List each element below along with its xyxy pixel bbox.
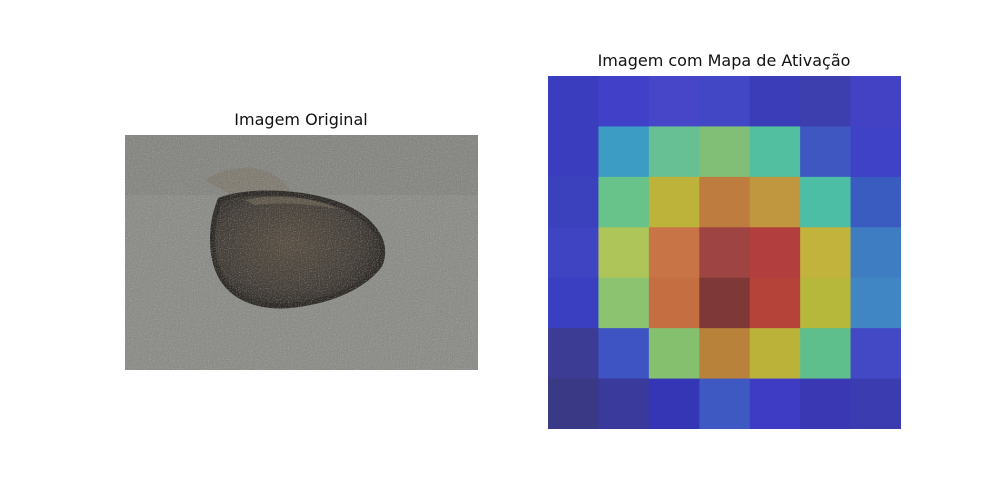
heatmap-cell [800, 277, 852, 329]
heatmap-cell [699, 227, 751, 279]
heatmap-cell [800, 76, 852, 127]
heatmap-cell [548, 277, 599, 329]
heatmap-cell [548, 126, 599, 178]
heatmap-cell [699, 176, 751, 228]
heatmap-cell [850, 227, 901, 279]
heatmap-cell [699, 378, 751, 429]
heatmap-cell [800, 126, 852, 178]
heatmap-cell [749, 328, 801, 380]
heatmap-cell [749, 126, 801, 178]
heatmap-cell [648, 76, 700, 127]
activation-map-title: Imagem com Mapa de Ativação [597, 51, 851, 70]
heatmap-cell [800, 227, 852, 279]
heatmap-cell [749, 76, 801, 127]
heatmap-cell [648, 126, 700, 178]
heatmap-cell [749, 227, 801, 279]
heatmap-cell [699, 328, 751, 380]
heatmap-cell [850, 76, 901, 127]
heatmap-cell [850, 176, 901, 228]
heatmap-cell [749, 176, 801, 228]
heatmap-cell [548, 176, 599, 228]
heatmap-cell [648, 227, 700, 279]
heatmap-cell [800, 328, 852, 380]
original-image-title: Imagem Original [234, 110, 368, 129]
heatmap-cell [598, 76, 650, 127]
heatmap-cell [598, 227, 650, 279]
heatmap-cell [850, 328, 901, 380]
heatmap-cell [800, 176, 852, 228]
heatmap-cell [800, 378, 852, 429]
heatmap-cell [648, 328, 700, 380]
heatmap-cell [749, 378, 801, 429]
heatmap-cell [648, 176, 700, 228]
activation-heatmap [548, 76, 901, 429]
heatmap-cell [598, 328, 650, 380]
heatmap-cell [548, 328, 599, 380]
heatmap-cell [598, 126, 650, 178]
heatmap-cell [598, 176, 650, 228]
heatmap-cell [850, 126, 901, 178]
heatmap-cell [548, 76, 599, 127]
heatmap-cell [699, 126, 751, 178]
heatmap-cell [850, 378, 901, 429]
heatmap-cell [699, 76, 751, 127]
heatmap-cell [850, 277, 901, 329]
heatmap-cell [648, 277, 700, 329]
heatmap-cell [699, 277, 751, 329]
heatmap-cell [598, 378, 650, 429]
original-pothole-image [125, 135, 478, 370]
heatmap-cell [548, 378, 599, 429]
heatmap-cell [648, 378, 700, 429]
heatmap-cell [548, 227, 599, 279]
heatmap-cell [598, 277, 650, 329]
heatmap-cell [749, 277, 801, 329]
